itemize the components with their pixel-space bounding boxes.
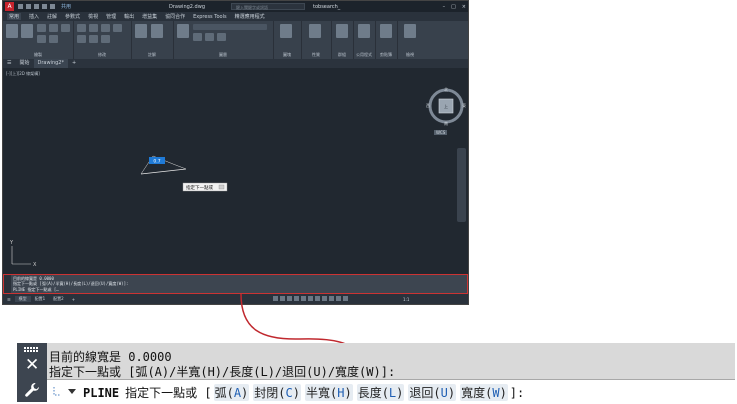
option-close[interactable]: 封閉(C)	[253, 384, 301, 401]
option-arc[interactable]: 弧(A)	[213, 384, 250, 401]
option-length[interactable]: 長度(L)	[356, 384, 405, 401]
option-halfwidth[interactable]: 半寬(H)	[304, 384, 353, 401]
command-name: PLINE	[83, 385, 120, 400]
command-window-sidebar: ✕	[17, 343, 47, 402]
recent-commands-icon[interactable]	[51, 385, 79, 397]
command-prompt-text: 指定下一點或 [	[125, 386, 212, 400]
command-window-zoomed[interactable]: ✕ 目前的線寬是 0.0000 指定下一點或 [弧(A)/半寬(H)/長度(L)…	[17, 343, 735, 402]
grip-handle-icon[interactable]	[24, 347, 40, 353]
command-history-line-2: 指定下一點或 [弧(A)/半寬(H)/長度(L)/退回(U)/寬度(W)]:	[49, 365, 396, 379]
option-width[interactable]: 寬度(W)	[460, 384, 508, 401]
close-icon[interactable]: ✕	[25, 357, 39, 374]
command-history: 目前的線寬是 0.0000 指定下一點或 [弧(A)/半寬(H)/長度(L)/退…	[47, 343, 735, 379]
command-prompt-suffix: ]:	[509, 385, 525, 400]
option-undo[interactable]: 退回(U)	[408, 384, 457, 401]
wrench-icon[interactable]	[24, 382, 40, 398]
command-line-input[interactable]: PLINE 指定下一點或 [ 弧(A) 封閉(C) 半寬(H) 長度(L) 退回…	[47, 379, 735, 402]
command-prompt: PLINE 指定下一點或 [ 弧(A) 封閉(C) 半寬(H) 長度(L) 退回…	[83, 384, 524, 401]
